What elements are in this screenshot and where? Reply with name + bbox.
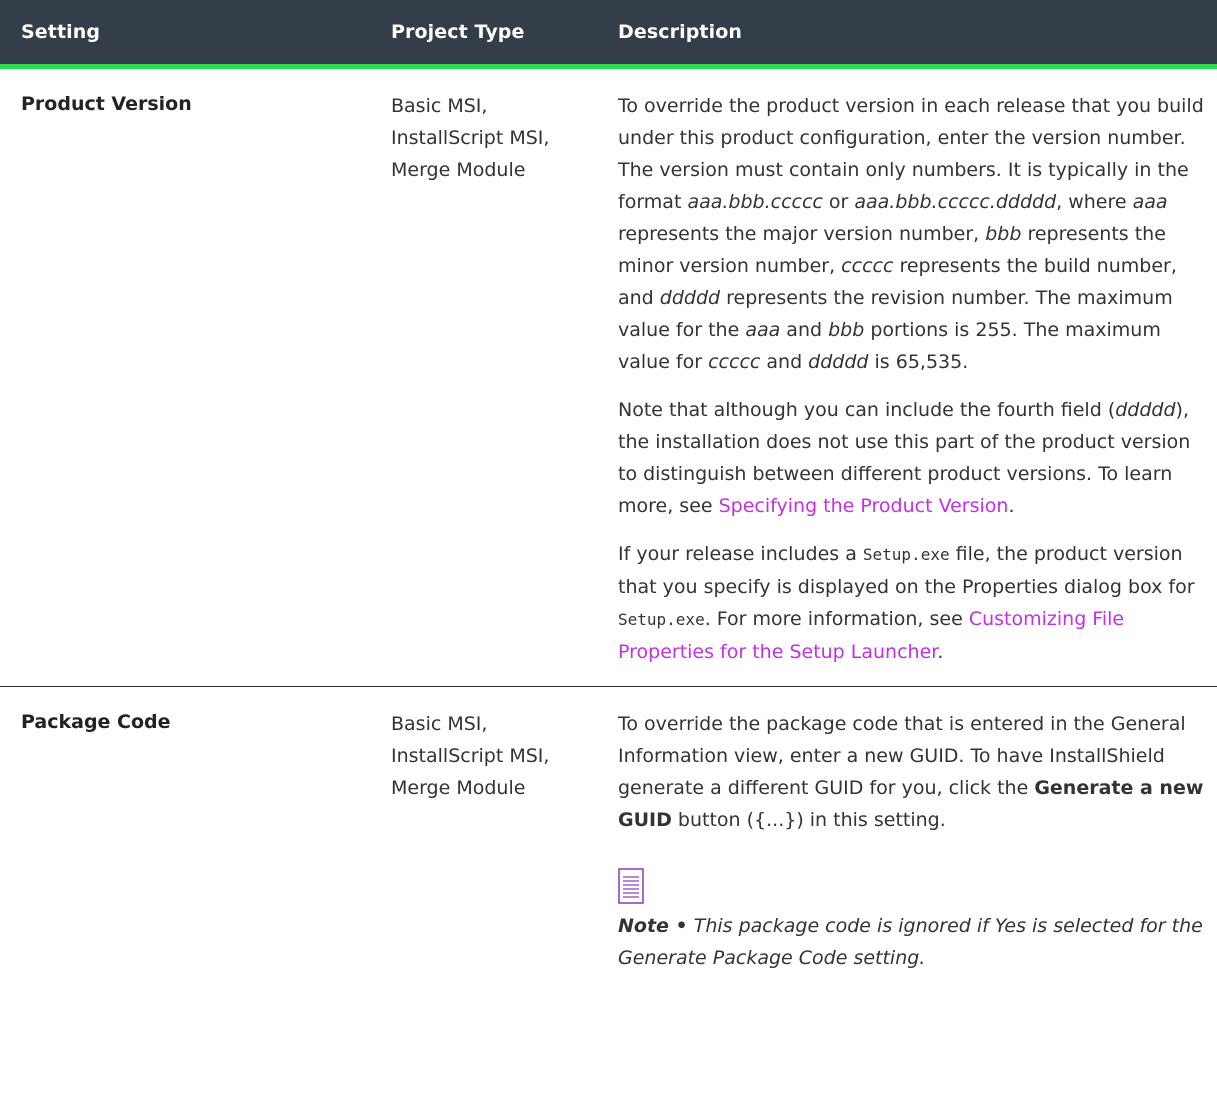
description-cell: To override the product version in each … [594, 90, 1217, 668]
table-header: Setting Project Type Description [0, 0, 1217, 69]
project-type-line: Merge Module [391, 159, 526, 181]
specifying-product-version-link[interactable]: Specifying the Product Version [719, 495, 1009, 517]
project-type-line: Merge Module [391, 777, 526, 799]
project-type-line: Basic MSI, [391, 713, 488, 735]
setting-name: Product Version [21, 93, 192, 115]
project-type-line: InstallScript MSI, [391, 745, 550, 767]
table-row-product-version: Product Version Basic MSI, InstallScript… [0, 69, 1217, 687]
table-row-package-code: Package Code Basic MSI, InstallScript MS… [0, 687, 1217, 974]
description-paragraph: Note that although you can include the f… [618, 399, 1191, 517]
setting-name: Package Code [21, 711, 171, 733]
description-paragraph: If your release includes a Setup.exe fil… [618, 543, 1195, 663]
description-cell: To override the package code that is ent… [594, 708, 1217, 974]
note-label: Note • [618, 915, 688, 937]
code-setup-exe: Setup.exe [862, 545, 950, 564]
note-text: Note • This package code is ignored if Y… [618, 915, 1203, 969]
settings-table: Setting Project Type Description Product… [0, 0, 1217, 974]
note-icon [618, 868, 644, 904]
header-project-type: Project Type [391, 21, 525, 43]
project-type-cell: Basic MSI, InstallScript MSI, Merge Modu… [370, 90, 594, 186]
code-setup-exe: Setup.exe [618, 610, 705, 629]
project-type-line: InstallScript MSI, [391, 127, 550, 149]
description-paragraph: To override the product version in each … [618, 95, 1204, 373]
header-setting: Setting [21, 21, 101, 43]
header-description: Description [618, 21, 742, 43]
project-type-line: Basic MSI, [391, 95, 488, 117]
description-paragraph: To override the package code that is ent… [618, 713, 1204, 831]
project-type-cell: Basic MSI, InstallScript MSI, Merge Modu… [370, 708, 594, 804]
